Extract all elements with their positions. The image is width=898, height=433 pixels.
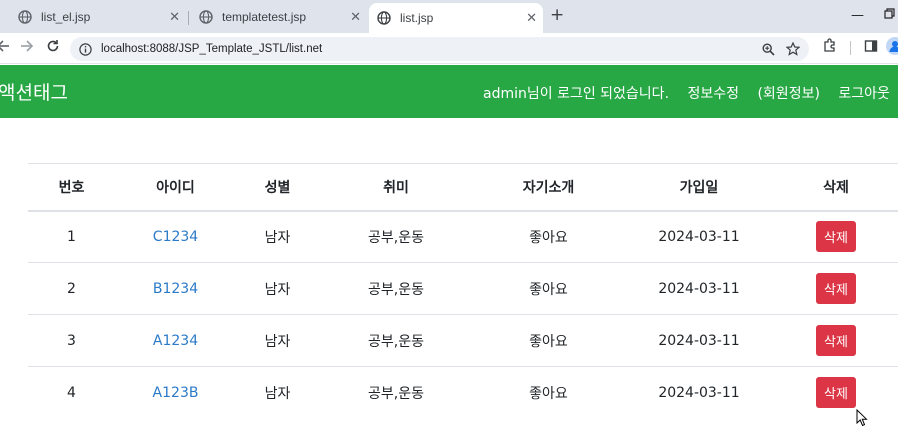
zoom-icon[interactable] (762, 37, 775, 61)
table-row: 4 A123B 남자 공부,운동 좋아요 2024-03-11 삭제 (28, 367, 898, 419)
reload-icon[interactable] (46, 39, 60, 57)
close-icon[interactable]: ✕ (350, 9, 361, 25)
cell-delete: 삭제 (774, 210, 898, 263)
close-icon[interactable]: ✕ (169, 9, 180, 25)
cell-intro: 좋아요 (473, 210, 624, 263)
cell-joined: 2024-03-11 (658, 384, 740, 401)
member-id-link[interactable]: B1234 (153, 281, 198, 297)
cell-joined: 2024-03-11 (624, 314, 774, 367)
toolbar-divider (850, 41, 851, 55)
member-id-link[interactable]: A1234 (153, 333, 198, 349)
browser-tab[interactable]: list_el.jsp ✕ (0, 5, 186, 29)
bookmark-star-icon[interactable] (786, 37, 800, 61)
minimize-icon[interactable]: — (851, 8, 864, 23)
table-row: 1 C1234 남자 공부,운동 좋아요 2024-03-11 삭제 (28, 210, 898, 263)
url-text: localhost:8088/JSP_Template_JSTL/list.ne… (101, 43, 323, 55)
side-panel-icon[interactable] (864, 38, 878, 57)
cell-id: A1234 (115, 314, 236, 367)
extensions-icon[interactable] (822, 38, 837, 57)
cell-delete: 삭제 (774, 314, 898, 367)
column-header-id: 아이디 (115, 163, 236, 212)
column-header-hobby: 취미 (319, 163, 473, 212)
cell-no: 4 (67, 384, 76, 401)
column-header-joined: 가입일 (624, 163, 774, 212)
cell-intro: 좋아요 (529, 385, 568, 402)
cell-joined: 2024-03-11 (624, 262, 774, 315)
column-header-delete: 삭제 (774, 163, 898, 212)
cell-gender: 남자 (236, 314, 319, 367)
cell-id: B1234 (115, 262, 236, 315)
delete-button[interactable]: 삭제 (816, 273, 856, 304)
cell-delete: 삭제 (774, 262, 898, 315)
tab-title: list.jsp (400, 11, 434, 25)
table-row: 3 A1234 남자 공부,운동 좋아요 2024-03-11 삭제 (28, 314, 898, 367)
tab-title: templatetest.jsp (222, 10, 307, 24)
navbar-brand[interactable]: 액션태그 (0, 78, 68, 105)
browser-tab[interactable]: templatetest.jsp ✕ (189, 5, 367, 29)
cell-id: C1234 (115, 210, 236, 263)
welcome-text: admin님이 로그인 되었습니다. (483, 86, 670, 102)
new-tab-button[interactable]: + (550, 5, 564, 25)
globe-icon (18, 10, 32, 24)
mouse-cursor-icon (856, 408, 868, 431)
cell-delete: 삭제 (774, 367, 898, 419)
column-header-intro: 자기소개 (473, 163, 624, 212)
cell-hobby: 공부,운동 (319, 314, 473, 367)
logout-link[interactable]: 로그아웃 (838, 86, 890, 102)
member-info-link[interactable]: (회원정보) (757, 86, 819, 102)
column-header-no: 번호 (28, 163, 115, 212)
cell-no: 3 (28, 314, 115, 367)
delete-button[interactable]: 삭제 (816, 221, 856, 253)
browser-tab-active[interactable]: list.jsp ✕ (369, 3, 543, 33)
globe-icon (377, 11, 391, 25)
cell-hobby: 공부,운동 (319, 262, 473, 315)
delete-button[interactable]: 삭제 (816, 325, 856, 356)
restore-icon[interactable] (884, 8, 896, 24)
member-table: 번호 아이디 성별 취미 자기소개 가입일 삭제 1 C1234 남자 공부,운… (28, 163, 898, 419)
table-row: 2 B1234 남자 공부,운동 좋아요 2024-03-11 삭제 (28, 262, 898, 315)
back-icon[interactable] (0, 39, 10, 57)
browser-tab-strip: list_el.jsp ✕ templatetest.jsp ✕ list.js… (0, 0, 898, 33)
globe-icon (199, 10, 213, 24)
cell-hobby: 공부,운동 (319, 210, 473, 263)
cell-gender: 남자 (264, 385, 291, 402)
site-navbar: 액션태그 admin님이 로그인 되었습니다. 정보수정 (회원정보) 로그아웃 (0, 65, 898, 118)
address-bar[interactable]: localhost:8088/JSP_Template_JSTL/list.ne… (70, 37, 809, 61)
cell-gender: 남자 (236, 262, 319, 315)
forward-icon[interactable] (20, 39, 34, 57)
browser-toolbar: localhost:8088/JSP_Template_JSTL/list.ne… (0, 33, 898, 64)
table-header-row: 번호 아이디 성별 취미 자기소개 가입일 삭제 (28, 163, 898, 212)
delete-button[interactable]: 삭제 (816, 377, 856, 409)
cell-id: A123B (115, 367, 236, 419)
tab-title: list_el.jsp (41, 10, 91, 24)
profile-avatar-icon[interactable] (886, 37, 898, 59)
cell-intro: 좋아요 (473, 314, 624, 367)
column-header-gender: 성별 (236, 163, 319, 212)
close-icon[interactable]: ✕ (526, 10, 537, 26)
cell-no: 1 (28, 210, 115, 263)
cell-joined: 2024-03-11 (624, 210, 774, 263)
cell-no: 2 (28, 262, 115, 315)
navbar-links: admin님이 로그인 되었습니다. 정보수정 (회원정보) 로그아웃 (483, 83, 898, 103)
cell-hobby: 공부,운동 (368, 385, 424, 402)
site-info-icon[interactable] (79, 42, 92, 56)
cell-gender: 남자 (236, 210, 319, 263)
member-id-link[interactable]: C1234 (153, 229, 198, 245)
cell-intro: 좋아요 (473, 262, 624, 315)
member-id-link[interactable]: A123B (153, 385, 199, 401)
edit-info-link[interactable]: 정보수정 (687, 86, 739, 102)
